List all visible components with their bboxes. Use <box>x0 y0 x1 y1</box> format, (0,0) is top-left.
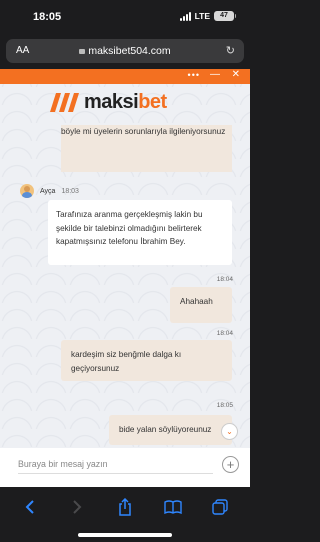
web-content: ••• — ✕ maksibet böyle mi üyelerin sorun… <box>0 69 250 487</box>
network-label: LTE <box>194 11 210 21</box>
message-time: 18:05 <box>216 402 233 409</box>
agent-meta: Ayça 18:03 <box>20 184 79 198</box>
message-time: 18:04 <box>216 330 233 337</box>
close-icon[interactable]: ✕ <box>232 69 240 80</box>
reload-icon[interactable]: ↻ <box>226 44 235 57</box>
back-icon[interactable] <box>20 497 40 517</box>
chat-header: ••• — ✕ <box>0 69 250 84</box>
message-bubble: bide yalan söylüyoreunuz <box>109 415 232 445</box>
status-time: 18:05 <box>33 11 62 23</box>
lock-icon <box>79 49 86 54</box>
battery-icon: 47 <box>214 11 236 21</box>
forward-icon[interactable] <box>67 497 87 517</box>
logo-text-prefix: maksi <box>84 90 139 113</box>
message-time: 18:03 <box>61 187 79 195</box>
url-text: maksibet504.com <box>88 45 171 57</box>
signal-icon <box>179 11 191 21</box>
tabs-icon[interactable] <box>210 497 230 517</box>
status-right: LTE 47 <box>179 11 236 21</box>
message-bubble: böyle mi üyelerin sorunlarıyla ilgileniy… <box>61 125 232 172</box>
logo-mark-icon <box>50 93 79 112</box>
agent-avatar <box>20 184 34 198</box>
minimize-icon[interactable]: — <box>210 69 220 80</box>
url-field[interactable]: maksibet504.com <box>6 45 244 57</box>
message-bubble: Tarafınıza aranma gerçekleşmiş lakin bu … <box>48 200 232 265</box>
message-time: 18:04 <box>216 276 233 283</box>
address-bar[interactable]: AA maksibet504.com ↻ <box>6 39 244 63</box>
message-bubble: Ahahaah <box>170 287 232 323</box>
browser-toolbar <box>0 490 250 524</box>
more-options-icon[interactable]: ••• <box>188 70 200 80</box>
bookmarks-icon[interactable] <box>163 497 183 517</box>
home-indicator <box>78 533 172 537</box>
agent-name: Ayça <box>40 187 56 195</box>
share-icon[interactable] <box>115 497 135 517</box>
status-bar: 18:05 LTE 47 <box>0 0 250 32</box>
logo-text-suffix: bet <box>138 90 167 113</box>
message-bubble: kardeşim siz benğmle dalga kı geçiyorsun… <box>61 340 232 381</box>
message-composer: Buraya bir mesaj yazın + <box>0 448 250 487</box>
message-input[interactable]: Buraya bir mesaj yazın <box>18 459 213 474</box>
brand-logo: maksibet <box>48 89 167 115</box>
scroll-down-button[interactable]: ⌄ <box>221 423 238 440</box>
add-attachment-button[interactable]: + <box>222 456 239 473</box>
